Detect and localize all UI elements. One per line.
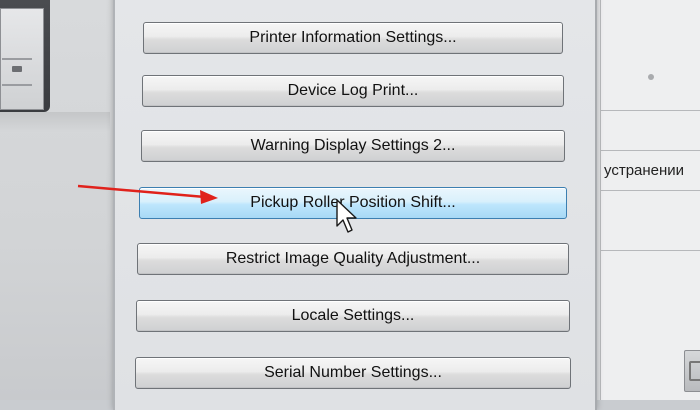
- dot-icon: [648, 74, 654, 80]
- restrict-image-quality-adjustment-button[interactable]: Restrict Image Quality Adjustment...: [137, 243, 569, 275]
- divider: [601, 150, 700, 151]
- background-window: [600, 0, 700, 400]
- divider: [601, 190, 700, 191]
- serial-number-settings-button[interactable]: Serial Number Settings...: [135, 357, 571, 389]
- background-window-text: устранении: [604, 162, 685, 179]
- printer-slot: [2, 84, 32, 86]
- divider: [601, 250, 700, 251]
- scroll-button[interactable]: [684, 350, 700, 392]
- background-left: [0, 0, 125, 400]
- printer-information-settings-button[interactable]: Printer Information Settings...: [143, 22, 563, 54]
- printer-led: [12, 66, 22, 72]
- pickup-roller-position-shift-button[interactable]: Pickup Roller Position Shift...: [139, 187, 567, 219]
- shadow: [0, 112, 110, 132]
- printer-slot: [2, 58, 32, 60]
- warning-display-settings-2-button[interactable]: Warning Display Settings 2...: [141, 130, 565, 162]
- printer-image: [0, 0, 50, 112]
- scroll-icon: [689, 361, 700, 381]
- printer-settings-dialog: Printer Information Settings... Device L…: [113, 0, 597, 410]
- locale-settings-button[interactable]: Locale Settings...: [136, 300, 570, 332]
- device-log-print-button[interactable]: Device Log Print...: [142, 75, 564, 107]
- divider: [601, 110, 700, 111]
